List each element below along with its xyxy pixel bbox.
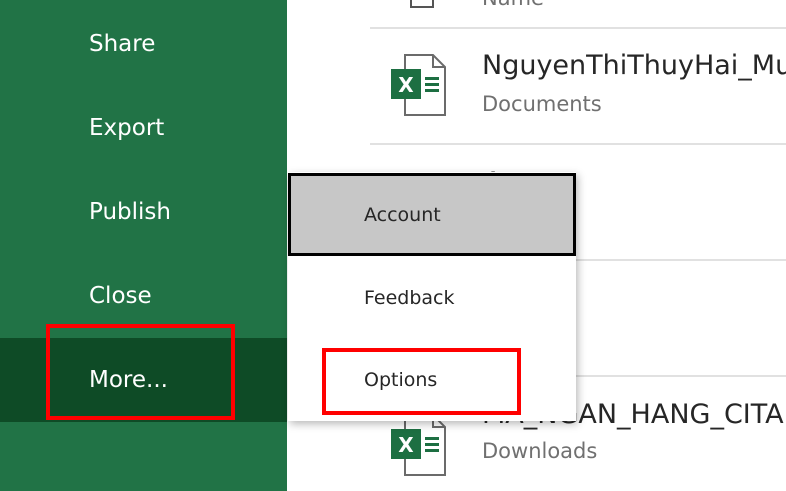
- more-flyout-menu: Account Feedback Options: [288, 172, 576, 421]
- excel-icon-letter: X: [398, 73, 414, 97]
- excel-icon: X: [391, 54, 446, 116]
- file-location: Documents: [482, 92, 602, 116]
- sidebar-item-label: Close: [89, 283, 152, 309]
- menu-item-label: Feedback: [364, 286, 455, 309]
- menu-item-options[interactable]: Options: [288, 338, 576, 421]
- menu-item-feedback[interactable]: Feedback: [288, 256, 576, 339]
- sidebar-item-label: More...: [89, 367, 168, 393]
- file-type-header-icon: [410, 0, 434, 8]
- menu-item-account[interactable]: Account: [288, 173, 576, 256]
- file-name: NguyenThiThuyHai_Mu: [482, 50, 786, 81]
- excel-icon: X: [391, 414, 446, 476]
- name-header-label: Name: [482, 0, 544, 10]
- menu-item-label: Options: [364, 368, 438, 391]
- sidebar-item-label: Publish: [89, 199, 171, 225]
- sidebar-item-label: Share: [89, 31, 156, 57]
- excel-icon-letter: X: [398, 433, 414, 457]
- sidebar-item-more[interactable]: More...: [0, 338, 287, 422]
- backstage-sidebar: Share Export Publish Close More...: [0, 0, 287, 491]
- recent-file-row[interactable]: X NguyenThiThuyHai_Mu Documents: [370, 29, 786, 144]
- menu-item-label: Account: [364, 203, 441, 226]
- sidebar-item-share[interactable]: Share: [0, 2, 287, 86]
- sidebar-item-export[interactable]: Export: [0, 86, 287, 170]
- file-location: Downloads: [482, 439, 598, 463]
- sidebar-item-publish[interactable]: Publish: [0, 170, 287, 254]
- sidebar-item-close[interactable]: Close: [0, 254, 287, 338]
- name-column-header[interactable]: Name: [370, 0, 786, 27]
- sidebar-item-label: Export: [89, 115, 165, 141]
